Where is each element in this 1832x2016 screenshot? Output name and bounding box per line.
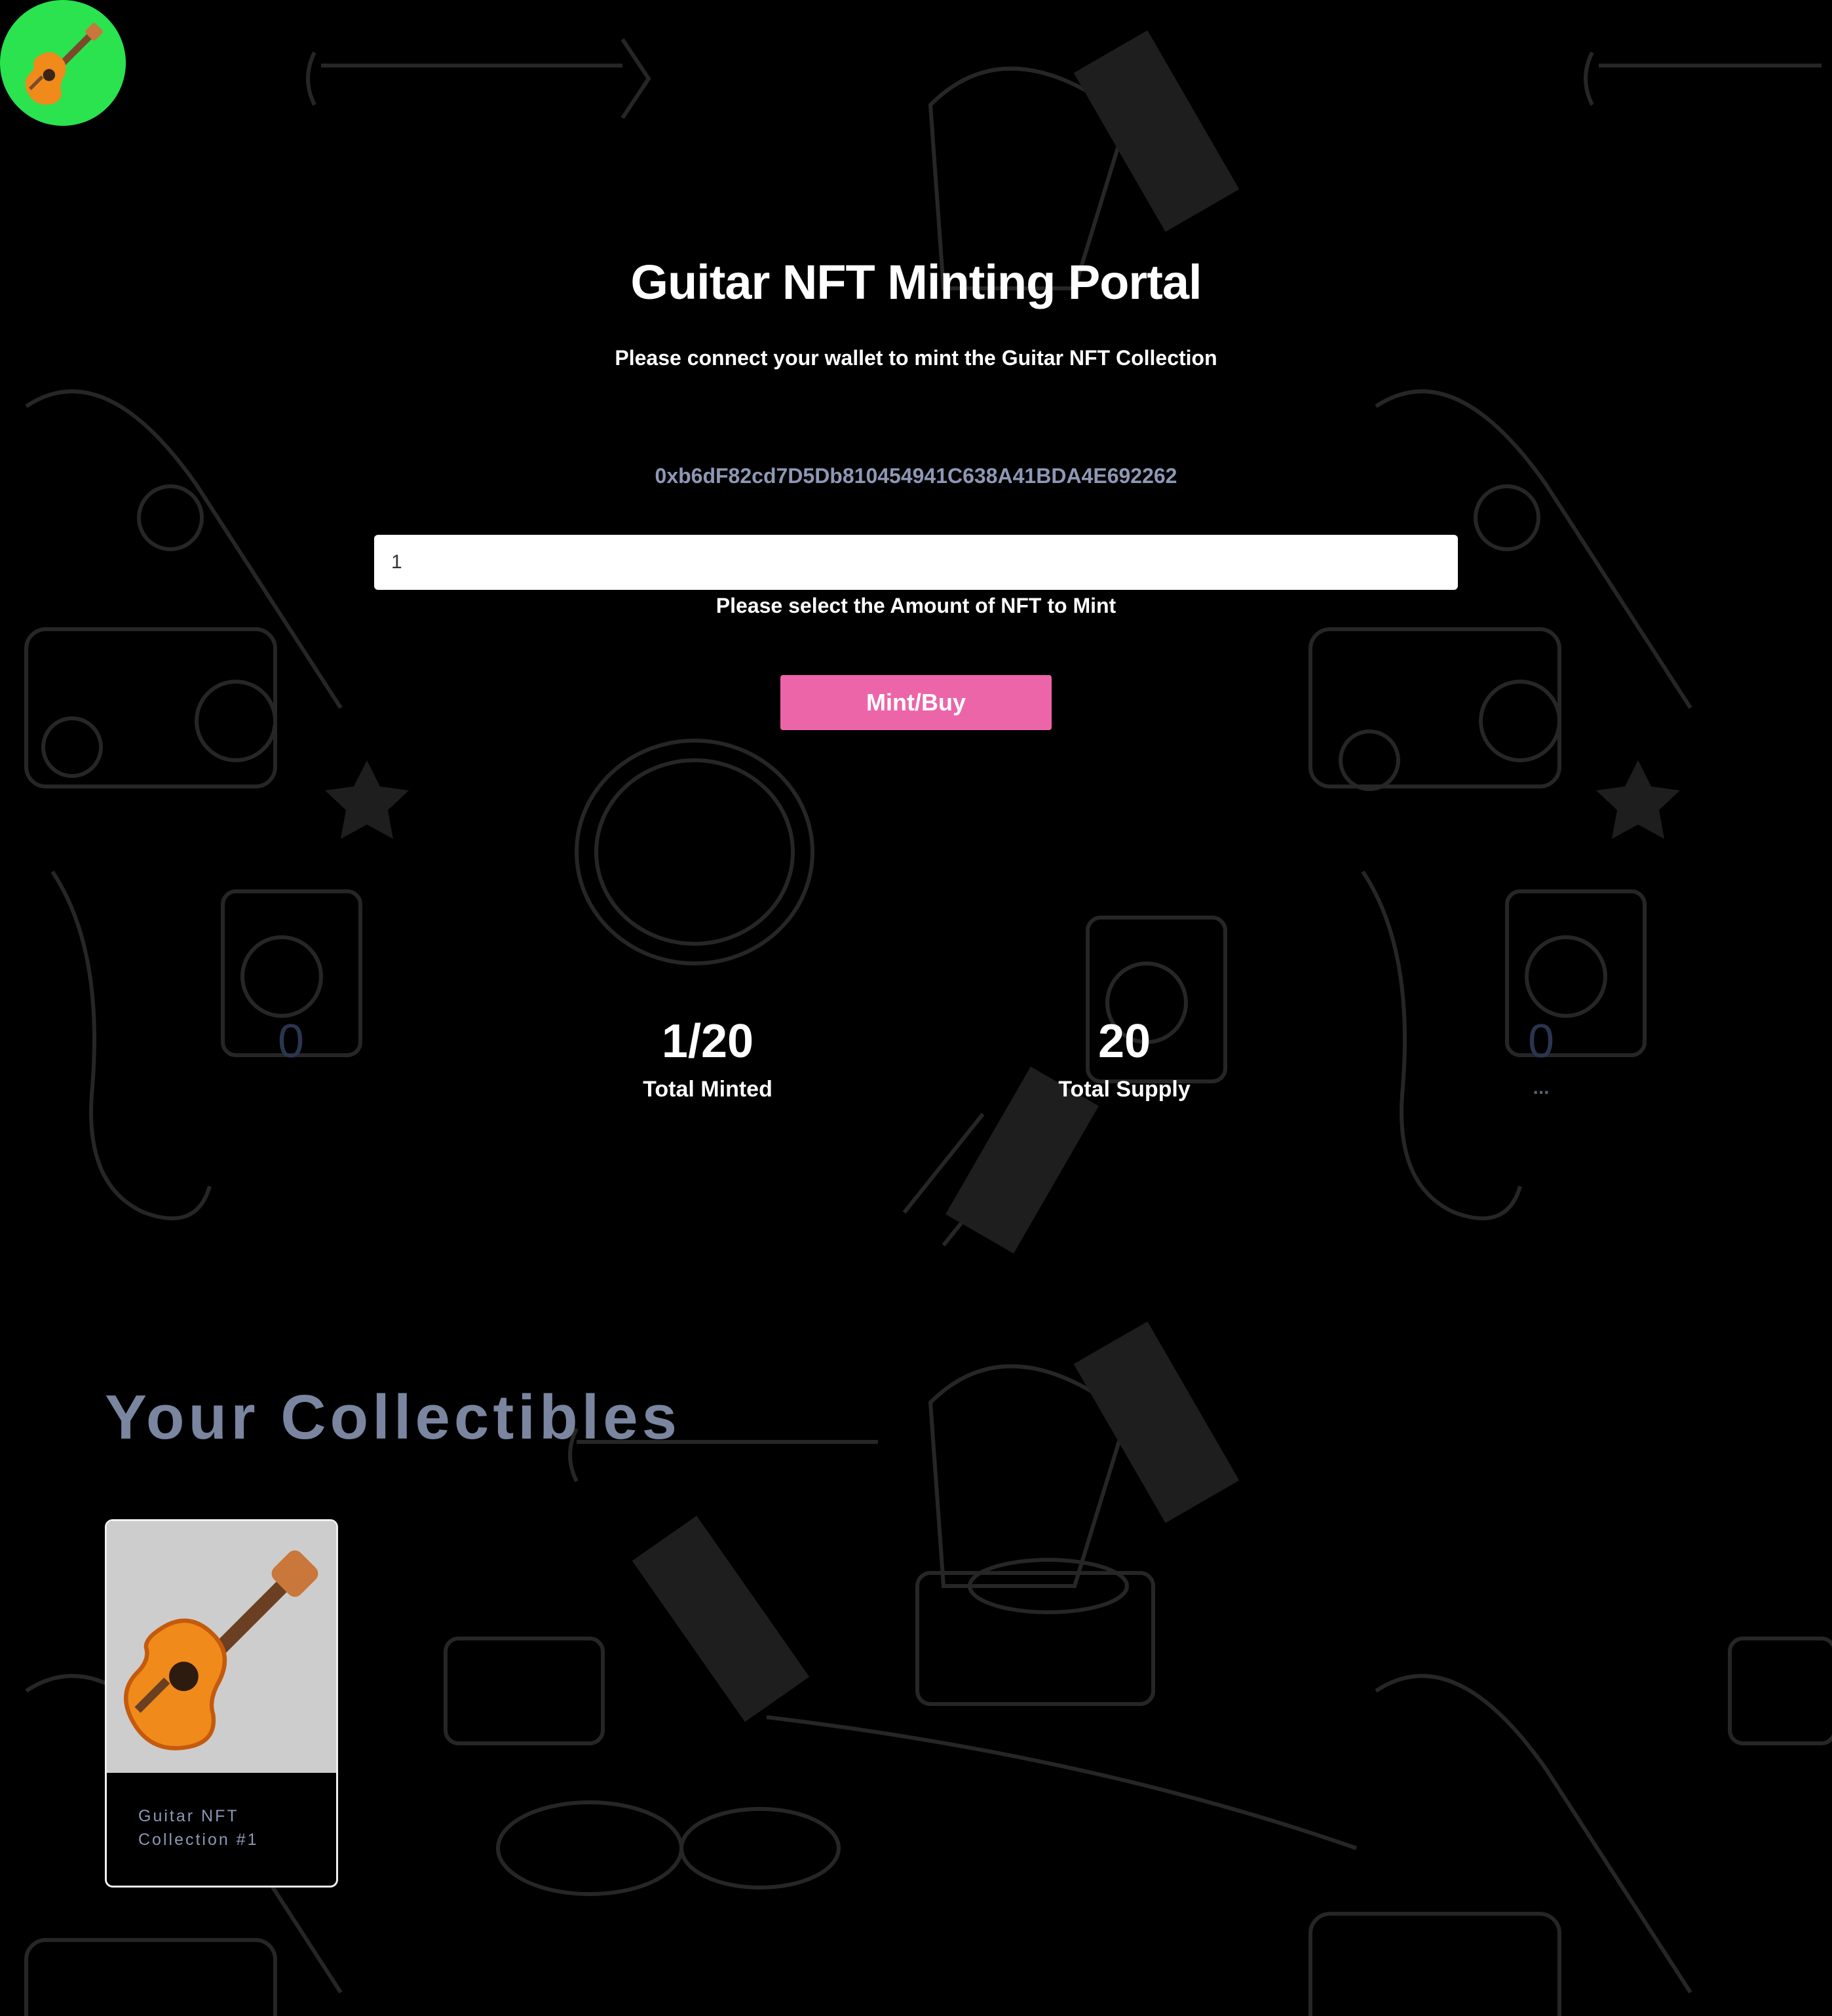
stat-total-supply: 20 Total Supply [993, 1015, 1255, 1102]
stat-label: Total Minted [643, 1077, 773, 1102]
wallet-address: 0xb6dF82cd7D5Db810454941C638A41BDA4E6922… [655, 464, 1177, 488]
stat-value: 20 [1097, 1015, 1151, 1068]
stat-value: 1/20 [661, 1015, 754, 1068]
guitar-logo[interactable] [0, 0, 126, 126]
stat-label: Total Supply [1058, 1077, 1191, 1102]
stat-left: 0 [160, 1015, 422, 1077]
nft-image [107, 1521, 336, 1773]
mint-amount-input[interactable] [374, 535, 1458, 590]
stat-total-minted: 1/20 Total Minted [577, 1015, 839, 1102]
mint-amount-label: Please select the Amount of NFT to Mint [716, 594, 1116, 617]
guitar-icon [124, 1550, 318, 1751]
mint-buy-button[interactable]: Mint/Buy [780, 675, 1052, 730]
guitar-icon [25, 23, 103, 105]
nft-card[interactable]: Guitar NFT Collection #1 [105, 1519, 338, 1888]
collectibles-heading: Your Collectibles [105, 1382, 681, 1452]
stat-value: 0 [1527, 1015, 1555, 1068]
stat-right: 0 ... [1410, 1015, 1672, 1099]
stat-label: ... [1533, 1077, 1550, 1099]
page-title: Guitar NFT Minting Portal [630, 255, 1202, 309]
stat-value: 0 [277, 1015, 305, 1068]
connect-wallet-message: Please connect your wallet to mint the G… [615, 346, 1217, 370]
nft-title: Guitar NFT Collection #1 [138, 1807, 259, 1849]
